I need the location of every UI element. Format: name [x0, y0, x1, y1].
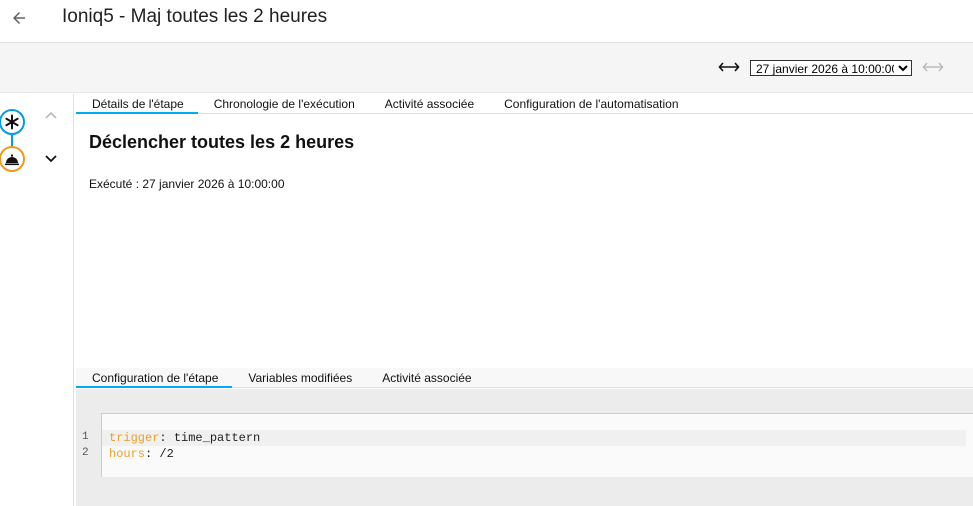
executed-info: Exécuté : 27 janvier 2026 à 10:00:00 — [89, 177, 285, 191]
run-select[interactable]: 27 janvier 2026 à 10:00:00 — [750, 60, 912, 76]
trigger-node[interactable] — [0, 109, 25, 135]
next-run-icon — [922, 62, 944, 72]
yaml-key: hours — [109, 447, 146, 461]
line-number-gutter: 1 2 — [76, 429, 101, 461]
top-app-bar: Ioniq5 - Maj toutes les 2 heures — [0, 0, 973, 43]
arrow-left-icon — [13, 12, 25, 24]
executed-label: Exécuté : — [89, 177, 143, 191]
line-number: 1 — [82, 431, 89, 443]
code-line: trigger: time_pattern — [102, 430, 966, 446]
tab-automation-config[interactable]: Configuration de l'automatisation — [488, 94, 692, 114]
previous-run-icon[interactable] — [718, 60, 740, 74]
tab-step-related-activity[interactable]: Activité associée — [366, 368, 485, 388]
tab-step-config[interactable]: Configuration de l'étape — [76, 368, 233, 388]
yaml-value: /2 — [159, 447, 174, 461]
line-number: 2 — [82, 447, 89, 459]
tab-related-activity[interactable]: Activité associée — [369, 94, 488, 114]
step-title: Déclencher toutes les 2 heures — [89, 132, 355, 152]
asterisk-icon — [5, 114, 19, 130]
code-line: hours: /2 — [109, 447, 174, 461]
room-service-icon — [5, 154, 19, 166]
yaml-key: trigger — [109, 431, 160, 445]
yaml-value: time_pattern — [173, 431, 261, 445]
step-config-panel: 1 2 trigger: time_pattern hours: /2 — [76, 389, 973, 506]
step-tabs: Configuration de l'étape Variables modif… — [76, 368, 973, 388]
trace-toolbar: 27 janvier 2026 à 10:00:00 — [0, 43, 973, 93]
tab-step-details[interactable]: Détails de l'étape — [76, 94, 198, 114]
executed-time: 27 janvier 2026 à 10:00:00 — [142, 177, 285, 191]
tab-execution-timeline[interactable]: Chronologie de l'exécution — [198, 94, 369, 114]
yaml-code: trigger: time_pattern hours: /2 — [102, 430, 966, 462]
trace-tabs: Détails de l'étape Chronologie de l'exéc… — [76, 94, 973, 114]
trace-graph-rail — [0, 94, 74, 506]
tab-changed-variables[interactable]: Variables modifiées — [232, 368, 366, 388]
chevron-down-icon[interactable] — [43, 150, 59, 166]
action-node[interactable] — [0, 146, 25, 172]
back-button[interactable] — [6, 5, 32, 31]
page-title: Ioniq5 - Maj toutes les 2 heures — [62, 6, 328, 27]
yaml-editor[interactable]: trigger: time_pattern hours: /2 — [101, 413, 973, 477]
chevron-up-icon[interactable] — [43, 108, 59, 124]
